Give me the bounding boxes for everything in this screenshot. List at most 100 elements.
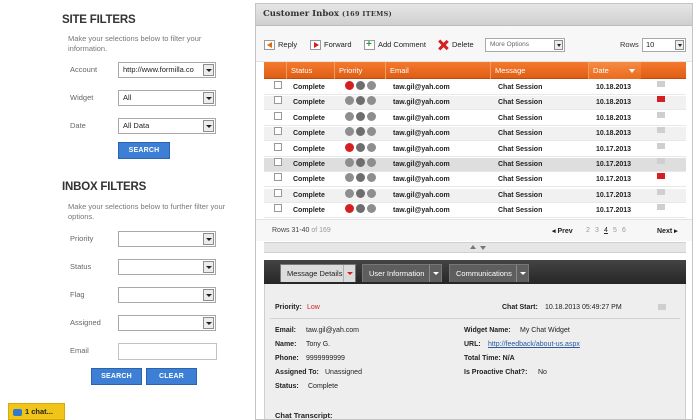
flag-select[interactable] <box>118 287 216 303</box>
priority-icon[interactable] <box>345 204 354 214</box>
flag-icon[interactable] <box>657 127 665 134</box>
table-row[interactable]: Complete taw.gil@yah.com Chat Session 10.17… <box>264 204 686 219</box>
tab-message-details[interactable]: Message Details <box>280 264 356 282</box>
status-label: Status <box>70 262 92 271</box>
forward-button[interactable]: Forward <box>310 38 352 52</box>
flag-icon[interactable] <box>657 96 665 103</box>
row-checkbox[interactable] <box>274 142 282 151</box>
priority-icon[interactable] <box>367 173 376 183</box>
table-row[interactable]: Complete taw.gil@yah.com Chat Session 10.18… <box>264 96 686 111</box>
total-time-label: Total Time: N/A <box>464 355 515 362</box>
account-select[interactable]: http://www.formilla.co <box>118 62 216 78</box>
pane-resize-handle[interactable] <box>264 242 686 253</box>
column-priority[interactable]: Priority <box>334 62 385 79</box>
next-page-link[interactable]: Next ▸ <box>657 227 678 235</box>
row-checkbox[interactable] <box>274 188 282 197</box>
row-date: 10.17.2013 <box>596 161 632 168</box>
page-link[interactable]: 6 <box>622 227 626 234</box>
priority-icon[interactable] <box>367 96 376 106</box>
priority-icon[interactable] <box>345 81 354 90</box>
row-email: taw.gil@yah.com <box>393 130 450 138</box>
row-checkbox[interactable] <box>274 204 282 213</box>
column-date[interactable]: Date <box>588 62 641 79</box>
table-row[interactable]: Complete taw.gil@yah.com Chat Session 10.18… <box>264 111 686 126</box>
priority-icon[interactable] <box>367 158 376 167</box>
priority-icon[interactable] <box>356 111 365 121</box>
email-filter-input[interactable] <box>118 343 217 360</box>
clear-button[interactable]: CLEAR <box>146 368 197 385</box>
site-search-button[interactable]: SEARCH <box>118 142 170 159</box>
priority-icon[interactable] <box>367 127 376 137</box>
priority-icon[interactable] <box>356 204 365 214</box>
priority-icon[interactable] <box>345 158 354 167</box>
assigned-label: Assigned <box>70 318 101 327</box>
reply-button[interactable]: Reply <box>264 38 297 52</box>
url-link[interactable]: http://feedback/about-us.aspx <box>488 341 580 348</box>
priority-icon[interactable] <box>345 96 354 106</box>
assigned-select[interactable] <box>118 315 216 331</box>
flag-icon[interactable] <box>657 81 665 87</box>
flag-icon[interactable] <box>658 304 666 310</box>
status-select[interactable] <box>118 259 216 275</box>
date-select[interactable]: All Data <box>118 118 216 134</box>
flag-icon[interactable] <box>657 204 665 211</box>
priority-icon[interactable] <box>345 111 354 121</box>
priority-select[interactable] <box>118 231 216 247</box>
table-row[interactable]: Complete taw.gil@yah.com Chat Session 10.18… <box>264 81 686 95</box>
column-date-label: Date <box>593 66 609 75</box>
chevron-down-icon <box>480 246 486 250</box>
priority-icon[interactable] <box>356 81 365 90</box>
more-options-select[interactable]: More Options <box>485 38 565 52</box>
flag-icon[interactable] <box>657 158 665 164</box>
row-checkbox[interactable] <box>274 111 282 120</box>
priority-icon[interactable] <box>356 158 365 167</box>
column-status[interactable]: Status <box>286 62 334 79</box>
row-checkbox[interactable] <box>274 173 282 182</box>
priority-icon[interactable] <box>345 173 354 183</box>
row-checkbox[interactable] <box>274 96 282 105</box>
priority-icon[interactable] <box>367 81 376 90</box>
column-email[interactable]: Email <box>385 62 490 79</box>
row-checkbox[interactable] <box>274 158 282 166</box>
priority-icon[interactable] <box>356 173 365 183</box>
priority-icon[interactable] <box>356 188 365 198</box>
add-comment-button[interactable]: Add Comment <box>364 38 426 52</box>
tab-user-information[interactable]: User Information <box>362 264 442 282</box>
column-message[interactable]: Message <box>490 62 588 79</box>
status-detail-label: Status: <box>275 383 299 390</box>
page-link[interactable]: 2 <box>586 227 590 234</box>
page-link-current[interactable]: 4 <box>604 227 608 234</box>
priority-icon[interactable] <box>367 142 376 152</box>
priority-icon[interactable] <box>367 188 376 198</box>
table-row[interactable]: Complete taw.gil@yah.com Chat Session 10.17… <box>264 188 686 203</box>
flag-icon[interactable] <box>657 188 665 195</box>
flag-icon[interactable] <box>657 173 665 180</box>
flag-icon[interactable] <box>657 142 665 149</box>
table-row[interactable]: Complete taw.gil@yah.com Chat Session 10.18… <box>264 127 686 142</box>
rows-per-page-select[interactable]: 10 <box>642 38 686 52</box>
flag-icon[interactable] <box>657 111 665 118</box>
inbox-search-button[interactable]: SEARCH <box>91 368 142 385</box>
priority-icon[interactable] <box>356 127 365 137</box>
widget-select[interactable]: All <box>118 90 216 106</box>
page-link[interactable]: 5 <box>613 227 617 234</box>
delete-button[interactable]: Delete <box>438 38 474 52</box>
priority-icon[interactable] <box>367 204 376 214</box>
priority-icon[interactable] <box>356 142 365 152</box>
table-row[interactable]: Complete taw.gil@yah.com Chat Session 10.17… <box>264 173 686 188</box>
priority-icon[interactable] <box>345 127 354 137</box>
table-row[interactable]: Complete taw.gil@yah.com Chat Session 10.17… <box>264 158 686 172</box>
row-checkbox[interactable] <box>274 127 282 136</box>
prev-page-link[interactable]: ◂ Prev <box>552 227 573 235</box>
priority-icon[interactable] <box>356 96 365 106</box>
pager-range: Rows 31-40 of 169 <box>272 227 331 234</box>
page-link[interactable]: 3 <box>595 227 599 234</box>
priority-icon[interactable] <box>345 142 354 152</box>
priority-icon[interactable] <box>367 111 376 121</box>
row-checkbox[interactable] <box>274 81 282 89</box>
tab-communications[interactable]: Communications <box>449 264 529 282</box>
priority-icon[interactable] <box>345 188 354 198</box>
chat-tab[interactable]: 1 chat... <box>8 403 65 420</box>
proactive-chat-value: No <box>538 369 547 376</box>
table-row[interactable]: Complete taw.gil@yah.com Chat Session 10.17… <box>264 142 686 157</box>
